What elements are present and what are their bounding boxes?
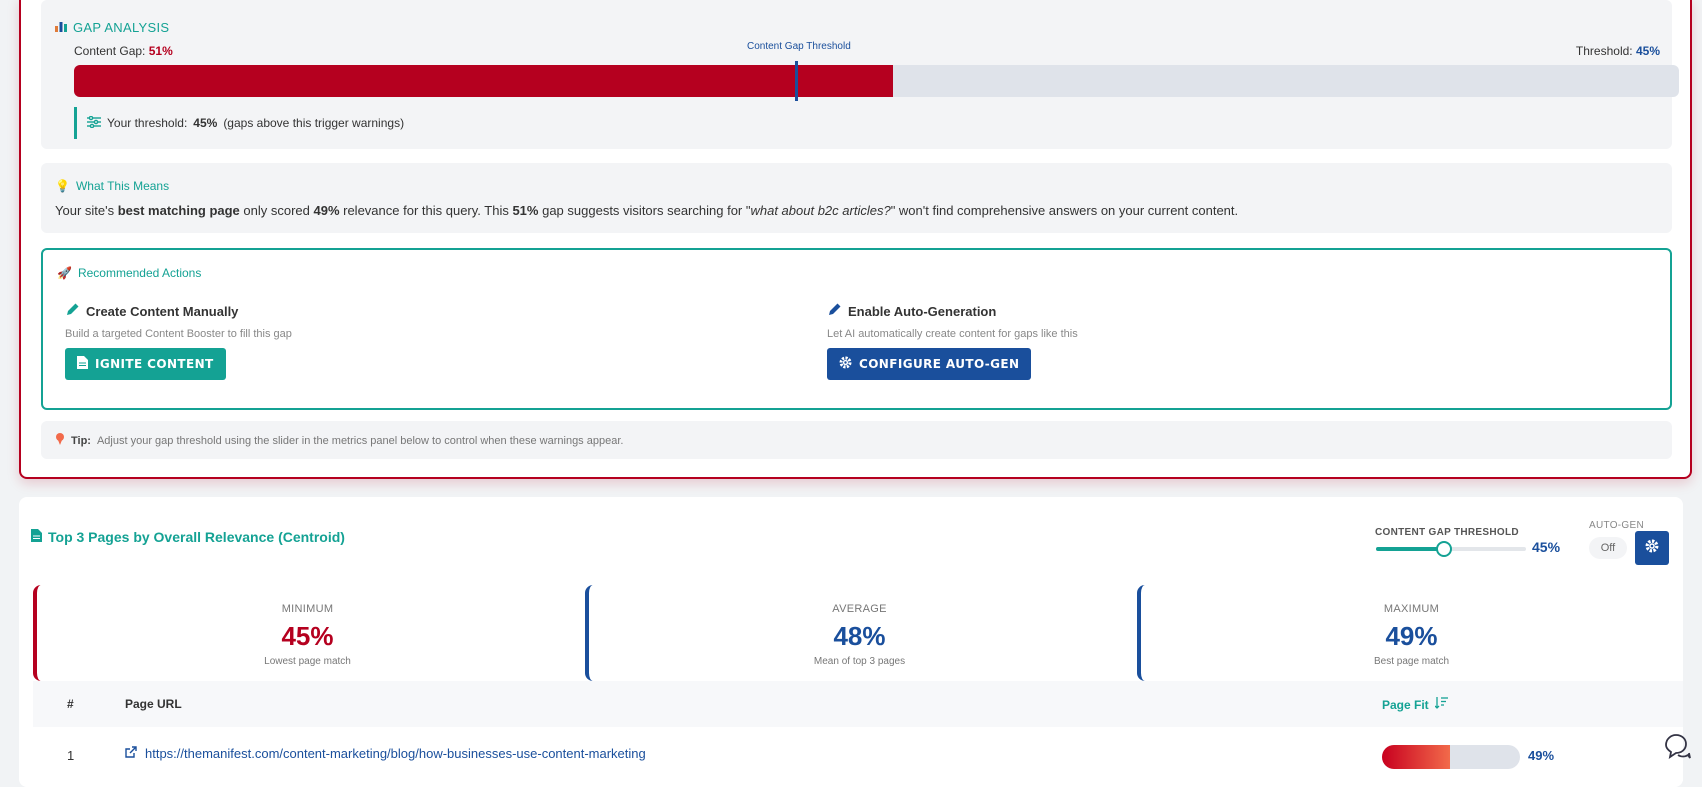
content-gap-threshold-label: CONTENT GAP THRESHOLD <box>1375 527 1519 538</box>
page-url-link[interactable]: https://themanifest.com/content-marketin… <box>125 746 646 761</box>
top-pages-card: Top 3 Pages by Overall Relevance (Centro… <box>19 497 1683 787</box>
column-rank: # <box>67 697 74 711</box>
pen-icon <box>827 302 842 320</box>
rocket-icon: 🚀 <box>57 266 72 280</box>
threshold-label: Threshold: 45% <box>1575 44 1660 58</box>
auto-gen-label: AUTO-GEN <box>1589 520 1644 531</box>
ignite-content-button[interactable]: IGNITE CONTENT <box>65 348 226 380</box>
stat-maximum-value: 49% <box>1385 621 1438 651</box>
page-fit-bar <box>1382 745 1520 769</box>
threshold-note: Your threshold: 45% (gaps above this trigg… <box>74 107 404 139</box>
column-page-fit[interactable]: Page Fit <box>1382 697 1448 712</box>
sort-icon <box>1434 697 1448 712</box>
top-pages-title: Top 3 Pages by Overall Relevance (Centro… <box>31 529 345 545</box>
configure-auto-gen-button[interactable]: CONFIGURE AUTO-GEN <box>827 348 1032 380</box>
document-icon <box>77 356 88 372</box>
tip-text: Tip: Adjust your gap threshold using the … <box>55 433 623 448</box>
page-fit-value: 49% <box>1528 748 1555 763</box>
gap-analysis-title: GAP ANALYSIS <box>55 20 169 35</box>
content-gap-label: Content Gap: 51% <box>74 44 173 58</box>
threshold-marker-label: Content Gap Threshold <box>747 41 851 52</box>
stat-maximum: MAXIMUM 49% Best page match <box>1137 585 1682 681</box>
what-this-means-text: Your site's best matching page only scor… <box>55 203 1239 218</box>
sliders-icon <box>87 115 101 131</box>
gap-analysis-panel: GAP ANALYSIS Content Gap: 51% Content Ga… <box>41 0 1679 149</box>
auto-gen-settings-button[interactable] <box>1635 531 1669 565</box>
pencil-icon <box>65 302 80 320</box>
manual-action-title: Create Content Manually <box>86 303 239 319</box>
row-rank: 1 <box>67 748 75 763</box>
manual-action-subtitle: Build a targeted Content Booster to fill… <box>65 328 292 340</box>
page-fit-bar-fill <box>1382 745 1450 769</box>
recommended-actions-panel: 🚀 Recommended Actions Create Content Man… <box>41 248 1672 410</box>
file-icon <box>31 529 42 545</box>
external-link-icon <box>125 746 137 761</box>
stat-minimum: MINIMUM 45% Lowest page match <box>33 585 578 681</box>
threshold-slider-value: 45% <box>1532 539 1561 555</box>
what-this-means-panel: 💡 What This Means Your site's best match… <box>41 163 1672 233</box>
what-this-means-title: 💡 What This Means <box>55 179 170 193</box>
gear-icon <box>1645 539 1659 558</box>
content-gap-value: 51% <box>148 44 173 58</box>
stat-minimum-value: 45% <box>281 621 334 651</box>
manual-action: Create Content Manually Build a targeted… <box>65 302 292 380</box>
threshold-slider-handle[interactable] <box>1435 541 1452 557</box>
tip-panel: Tip: Adjust your gap threshold using the … <box>41 421 1672 459</box>
auto-action-title: Enable Auto-Generation <box>848 303 997 319</box>
auto-gen-toggle[interactable]: Off <box>1589 537 1627 559</box>
chat-bubble-icon[interactable] <box>1662 731 1692 766</box>
threshold-value: 45% <box>1635 44 1660 58</box>
threshold-marker <box>795 61 799 101</box>
recommended-actions-title: 🚀 Recommended Actions <box>57 266 202 280</box>
bar-chart-icon <box>55 20 67 35</box>
column-page-url: Page URL <box>125 697 182 711</box>
table-header: # Page URL Page Fit <box>33 681 1683 727</box>
auto-action: Enable Auto-Generation Let AI automatica… <box>827 302 1078 380</box>
table-row: 1 https://themanifest.com/content-market… <box>33 727 1683 781</box>
gap-analysis-card: GAP ANALYSIS Content Gap: 51% Content Ga… <box>19 0 1692 479</box>
gear-icon <box>839 356 852 372</box>
stat-average: AVERAGE 48% Mean of top 3 pages <box>585 585 1130 681</box>
gap-bar-fill <box>74 65 893 97</box>
query-text: what about b2c articles? <box>750 203 891 218</box>
tip-pin-icon <box>55 433 65 448</box>
lightbulb-icon: 💡 <box>55 179 70 193</box>
threshold-slider-fill <box>1376 547 1444 551</box>
stat-average-value: 48% <box>833 621 886 651</box>
threshold-slider[interactable] <box>1376 541 1526 557</box>
gap-bar <box>74 61 1679 101</box>
auto-action-subtitle: Let AI automatically create content for … <box>827 328 1078 340</box>
